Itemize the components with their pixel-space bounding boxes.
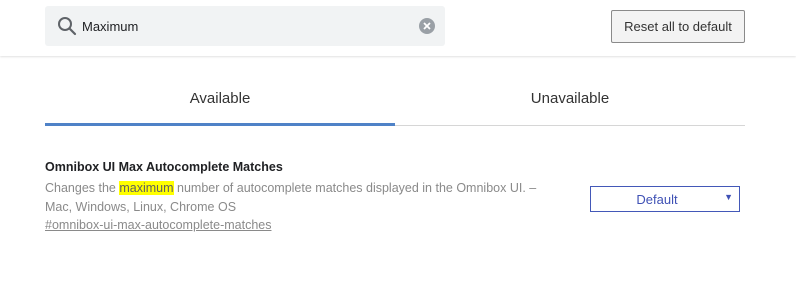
description-prefix: Changes the — [45, 181, 120, 195]
dropdown-arrow-icon: ▼ — [724, 192, 733, 202]
tab-available[interactable]: Available — [45, 80, 395, 123]
experiment-description: Changes the maximum number of autocomple… — [45, 179, 565, 217]
active-tab-indicator — [45, 123, 395, 126]
search-match-highlight: maximum — [119, 181, 174, 195]
search-box[interactable] — [45, 6, 445, 46]
experiment-title: Omnibox UI Max Autocomplete Matches — [45, 160, 283, 174]
tab-unavailable[interactable]: Unavailable — [395, 80, 745, 123]
reset-all-button[interactable]: Reset all to default — [611, 10, 745, 43]
tabs-divider — [395, 125, 745, 126]
search-icon — [58, 17, 77, 36]
clear-search-icon[interactable] — [418, 17, 436, 35]
experiment-anchor-link[interactable]: #omnibox-ui-max-autocomplete-matches — [45, 218, 745, 232]
select-value: Default — [636, 192, 678, 207]
search-input[interactable] — [82, 16, 402, 36]
experiment-state-select[interactable]: Default ▼ — [590, 186, 740, 212]
tab-bar: Available Unavailable — [45, 80, 745, 126]
header: Reset all to default — [0, 0, 796, 56]
